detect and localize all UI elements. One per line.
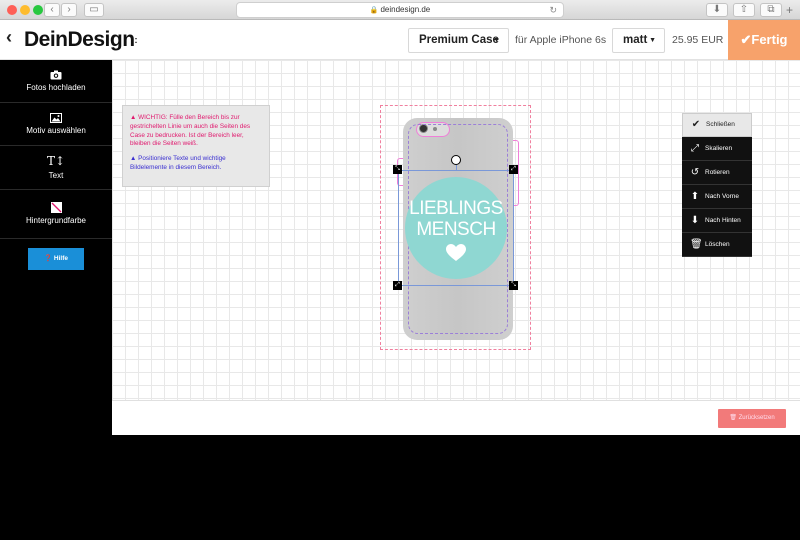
bring-forward-menu-item[interactable]: ⬆ Nach Vorne [682,185,752,209]
resize-handle-bottom-right[interactable]: ⤡ [509,281,518,290]
case-type-value: Premium Case [419,34,499,46]
help-button[interactable]: ❓ Hilfe [28,248,84,270]
delete-menu-item[interactable]: 🗑 Löschen [682,233,752,257]
help-label: Hilfe [53,255,68,262]
triangle-icon: ▲ [130,155,137,163]
device-label: für Apple iPhone 6s [515,34,607,46]
sidebar-item-label: Text [48,171,64,180]
edit-menu: ✔ Schließen ⤢ Skalieren ↺ Rotieren ⬆ Nach Vo… [682,113,752,257]
browser-toolbar: ‹ › ▭ 🔒 deindesign.de ↻ ⬇ ⇧ ⧉ + [0,0,800,20]
sidebar-item-background-color[interactable]: Hintergrundfarbe [0,190,112,239]
case-type-select[interactable]: Premium Case ▼ [408,28,509,53]
trash-icon: 🗑 [690,238,703,250]
info-notice: ▲ WICHTIG: Fülle den Bereich bis zur ges… [122,105,270,187]
arrow-up-circle-icon: ⬆ [690,190,700,202]
lock-icon: 🔒 [369,7,379,14]
hint-text: ▲ Positioniere Texte und wichtige Bildel… [130,155,226,171]
downloads-button[interactable]: ⬇ [706,3,728,17]
sidebar-item-label: Motiv auswählen [26,126,86,135]
done-button[interactable]: ✔Fertig [728,20,800,60]
chevron-down-icon: ▼ [493,37,500,44]
selection-box [398,170,514,286]
send-backward-menu-item[interactable]: ⬇ Nach Hinten [682,209,752,233]
url-bar[interactable]: 🔒 deindesign.de ↻ [236,2,564,18]
rotate-menu-item[interactable]: ↺ Rotieren [682,161,752,185]
menu-item-label: Löschen [705,240,730,248]
finish-select[interactable]: matt ▼ [612,28,665,53]
sidebar-toggle-button[interactable]: ▭ [84,3,104,17]
tabs-button[interactable]: ⧉ [760,3,782,17]
menu-item-label: Rotieren [705,168,730,176]
tool-sidebar: Fotos hochladen Motiv auswählen T↕ Text … [0,60,112,435]
new-tab-button[interactable]: + [786,3,793,17]
rotate-icon: ↺ [690,166,700,178]
finish-value: matt [623,34,648,46]
warning-text: ▲ WICHTIG: Fülle den Bereich bis zur ges… [130,114,251,148]
warning-triangle-icon: ▲ [130,114,137,121]
arrow-down-circle-icon: ⬇ [690,214,700,226]
sidebar-item-label: Hintergrundfarbe [25,216,87,225]
url-text: deindesign.de [380,5,431,14]
forward-nav-button[interactable]: › [61,3,77,17]
sidebar-item-text[interactable]: T↕ Text [0,146,112,190]
sidebar-item-choose-motif[interactable]: Motiv auswählen [0,103,112,146]
resize-handle-top-left[interactable]: ⤡ [393,165,402,174]
close-menu-item[interactable]: ✔ Schließen [682,113,752,137]
camera-icon [50,70,62,80]
back-nav-button[interactable]: ‹ [44,3,60,17]
trash-icon: 🗑 [729,415,737,421]
scale-menu-item[interactable]: ⤢ Skalieren [682,137,752,161]
reload-icon[interactable]: ↻ [549,3,557,17]
back-chevron-icon[interactable]: ‹ [6,28,12,46]
sidebar-item-label: Fotos hochladen [26,83,86,92]
sidebar-item-upload-photos[interactable]: Fotos hochladen [0,60,112,103]
menu-item-label: Schließen [706,121,735,128]
text-icon: T↕ [46,154,66,168]
rotate-connector [456,165,457,170]
menu-item-label: Nach Vorne [705,192,739,200]
menu-item-label: Skalieren [705,144,733,152]
menu-item-label: Nach Hinten [705,216,741,224]
price-label: 25.95 EUR [672,34,724,46]
reset-label: Zurücksetzen [738,415,775,421]
reset-button[interactable]: 🗑 Zurücksetzen [718,409,786,428]
image-icon [50,113,62,123]
color-swatch-icon [50,202,62,213]
brand-logo[interactable]: DeinDesign: [24,29,137,51]
design-canvas[interactable]: ▲ WICHTIG: Fülle den Bereich bis zur ges… [112,60,800,400]
check-icon: ✔ [691,119,701,130]
rotate-handle[interactable] [451,155,461,165]
window-close-button[interactable] [7,5,17,15]
resize-icon: ⤢ [691,142,699,154]
resize-handle-top-right[interactable]: ⤢ [509,165,518,174]
site-header: ‹ DeinDesign: Premium Case ▼ für Apple i… [0,20,800,60]
check-icon: ✔ [740,32,752,47]
share-button[interactable]: ⇧ [733,3,755,17]
window-minimize-button[interactable] [20,5,30,15]
resize-handle-bottom-left[interactable]: ⤢ [393,281,402,290]
question-icon: ❓ [44,255,53,262]
done-label: Fertig [751,32,788,47]
canvas-footer: 🗑 Zurücksetzen [112,400,800,435]
window-maximize-button[interactable] [33,5,43,15]
chevron-down-icon: ▼ [649,37,656,44]
